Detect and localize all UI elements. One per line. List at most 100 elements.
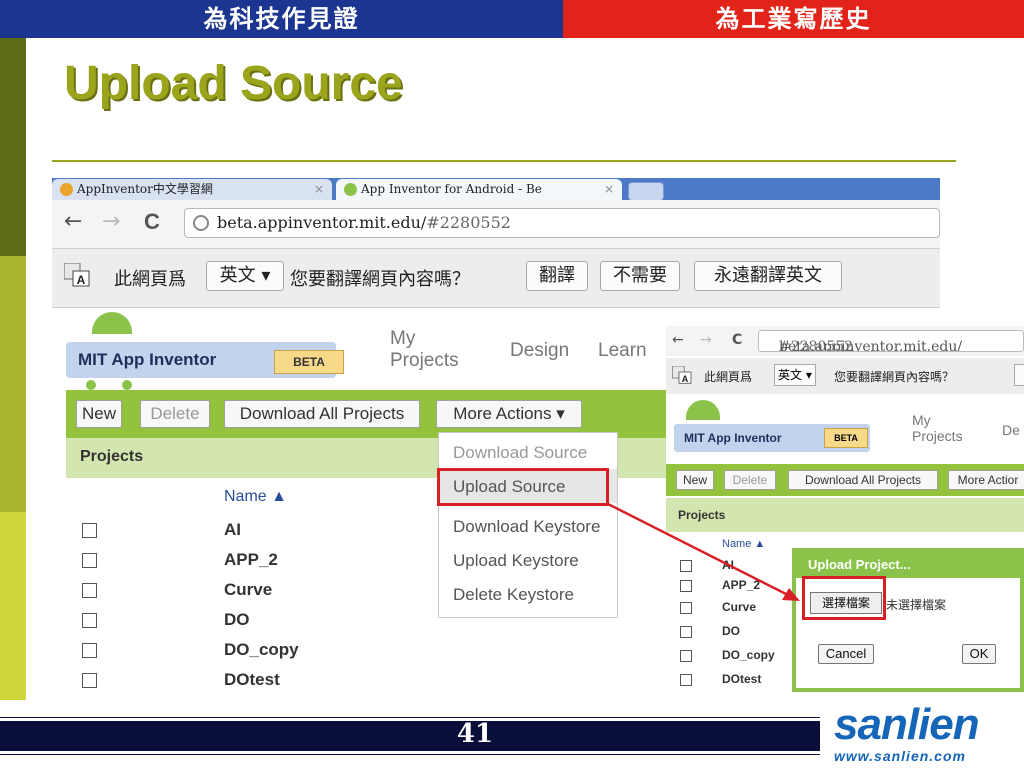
dialog-title: Upload Project... — [808, 557, 911, 572]
title-divider — [52, 160, 956, 162]
project-name[interactable]: APP_2 — [722, 578, 760, 592]
nav-design[interactable]: De — [1002, 422, 1020, 438]
back-icon[interactable]: ← — [672, 332, 684, 348]
inset-app-logo[interactable]: MIT App Inventor BETA — [674, 424, 870, 452]
delete-button[interactable]: Delete — [724, 470, 776, 490]
address-bar[interactable]: beta.appinventor.mit.edu/#2280552 — [184, 208, 940, 238]
project-name[interactable]: DO_copy — [722, 648, 775, 662]
row-checkbox[interactable] — [680, 650, 692, 662]
side-stripe-bottom — [0, 512, 26, 700]
row-checkbox[interactable] — [680, 602, 692, 614]
language-value: 英文 — [219, 265, 256, 286]
table-row[interactable]: Curve — [666, 598, 796, 618]
language-select[interactable]: 英文 ▾ — [774, 364, 816, 386]
cancel-button[interactable]: Cancel — [818, 644, 874, 664]
download-all-projects-button[interactable]: Download All Projects — [224, 400, 420, 428]
url-path: #2280552 — [426, 213, 511, 232]
delete-button[interactable]: Delete — [140, 400, 210, 428]
row-checkbox[interactable] — [82, 643, 97, 658]
back-icon[interactable]: ← — [64, 210, 82, 234]
brand-logo: sanlien www.sanlien.com — [826, 700, 1024, 768]
new-button[interactable]: New — [76, 400, 122, 428]
footer-bar: 41 — [0, 718, 820, 754]
side-stripe-top — [0, 38, 26, 256]
translate-button[interactable] — [1014, 364, 1024, 386]
column-name-header[interactable]: Name ▲ — [224, 488, 287, 506]
row-checkbox[interactable] — [82, 673, 97, 688]
table-row[interactable]: APP_2 — [666, 576, 796, 596]
project-name[interactable]: DO — [224, 610, 250, 630]
new-button[interactable]: New — [676, 470, 714, 490]
row-checkbox[interactable] — [82, 553, 97, 568]
reload-icon[interactable]: C — [144, 210, 160, 234]
inset-projects-header: Projects — [666, 498, 1024, 532]
table-row[interactable]: DO_copy — [666, 646, 796, 666]
row-checkbox[interactable] — [680, 626, 692, 638]
menu-delete-keystore[interactable]: Delete Keystore — [453, 585, 574, 605]
row-checkbox[interactable] — [82, 613, 97, 628]
tab-app-inventor[interactable]: App Inventor for Android - Be × — [336, 179, 622, 200]
inset-navigation-bar: ← → C beta.appinventor.mit.edu/#2280552 — [666, 326, 1024, 356]
table-row[interactable]: DOtest — [666, 670, 796, 690]
new-tab-button[interactable] — [628, 182, 664, 201]
translate-icon: A — [64, 263, 90, 287]
table-row[interactable]: AI — [666, 556, 796, 576]
side-stripe-middle — [0, 256, 26, 512]
page-number: 41 — [456, 719, 494, 749]
more-actions-button[interactable]: More Actions ▾ — [436, 400, 582, 428]
project-name[interactable]: Curve — [224, 580, 272, 600]
reload-icon[interactable]: C — [732, 332, 742, 348]
beta-badge: BETA — [274, 350, 344, 374]
svg-text:A: A — [77, 273, 86, 287]
nav-my-label: My — [390, 328, 416, 349]
translate-prefix: 此網頁爲 — [114, 269, 186, 290]
owl-icon — [60, 183, 73, 196]
slide-title: Upload Source — [64, 57, 403, 110]
project-name[interactable]: APP_2 — [224, 550, 278, 570]
project-name[interactable]: AI — [722, 558, 734, 572]
nav-design[interactable]: Design — [510, 340, 569, 362]
close-icon[interactable]: × — [604, 179, 614, 199]
project-name[interactable]: DOtest — [722, 672, 761, 686]
language-select[interactable]: 英文 ▾ — [206, 261, 284, 291]
nav-my-projects[interactable]: My Projects — [390, 328, 459, 372]
row-checkbox[interactable] — [680, 560, 692, 572]
always-translate-button[interactable]: 永遠翻譯英文 — [694, 261, 842, 291]
nav-learn[interactable]: Learn — [598, 340, 647, 362]
forward-icon[interactable]: → — [700, 332, 712, 348]
no-translate-button[interactable]: 不需要 — [600, 261, 680, 291]
project-name[interactable]: DOtest — [224, 670, 280, 690]
project-name[interactable]: DO — [722, 624, 740, 638]
row-checkbox[interactable] — [82, 583, 97, 598]
row-checkbox[interactable] — [680, 580, 692, 592]
project-name[interactable]: Curve — [722, 600, 756, 614]
tab-appinventor-chinese[interactable]: AppInventor中文學習網 × — [52, 179, 332, 200]
inset-browser-window: ← → C beta.appinventor.mit.edu/#2280552 … — [666, 326, 1024, 698]
forward-icon[interactable]: → — [102, 210, 120, 234]
dialog-title-bar: Upload Project... — [796, 552, 1020, 578]
android-icon — [344, 183, 357, 196]
translate-button[interactable]: 翻譯 — [526, 261, 588, 291]
row-checkbox[interactable] — [82, 523, 97, 538]
banner-left: 為科技作見證 — [0, 0, 563, 38]
project-name[interactable]: AI — [224, 520, 241, 540]
nav-my-label: My — [912, 412, 931, 428]
download-all-projects-button[interactable]: Download All Projects — [788, 470, 938, 490]
close-icon[interactable]: × — [314, 179, 324, 199]
inset-address-bar[interactable]: beta.appinventor.mit.edu/#2280552 — [758, 330, 1024, 352]
nav-my-projects[interactable]: My Projects — [912, 412, 963, 444]
translate-prefix: 此網頁爲 — [704, 370, 753, 384]
menu-download-keystore[interactable]: Download Keystore — [453, 517, 600, 537]
table-row[interactable]: DO — [666, 622, 796, 642]
project-name[interactable]: DO_copy — [224, 640, 299, 660]
more-actions-button[interactable]: More Actior — [948, 470, 1024, 490]
android-foot-icon — [86, 380, 96, 390]
row-checkbox[interactable] — [680, 674, 692, 686]
ok-button[interactable]: OK — [962, 644, 996, 664]
column-name-header[interactable]: Name ▲ — [722, 538, 765, 550]
translate-question: 您要翻譯網頁內容嗎？ — [290, 269, 470, 290]
app-logo[interactable]: MIT App Inventor BETA — [66, 342, 344, 378]
tab-label: App Inventor for Android - Be — [361, 182, 542, 196]
menu-upload-keystore[interactable]: Upload Keystore — [453, 551, 579, 571]
menu-download-source[interactable]: Download Source — [453, 443, 587, 463]
